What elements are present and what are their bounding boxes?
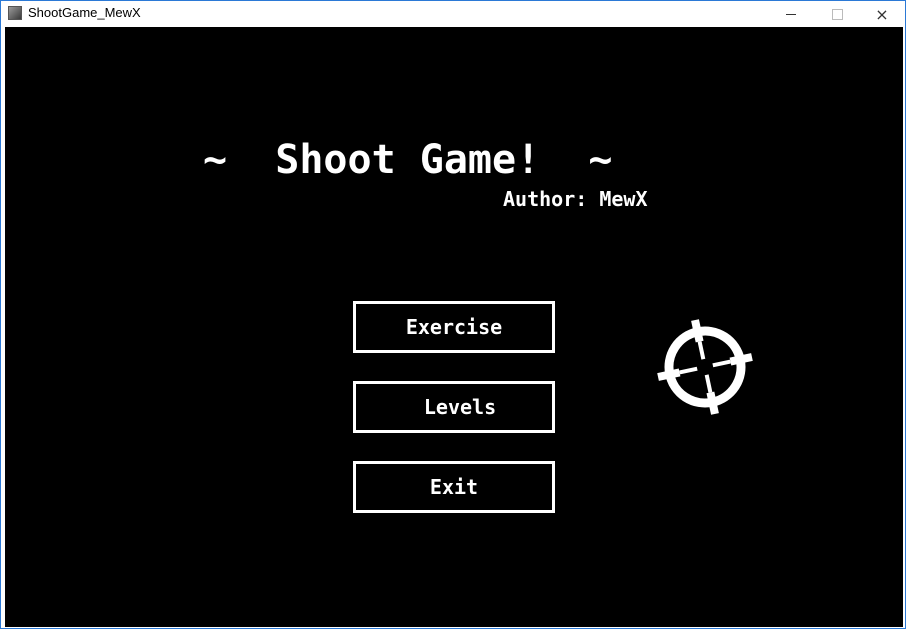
game-canvas[interactable]: ~ Shoot Game! ~ Author: MewX Exercise Le… <box>5 27 903 627</box>
title-bar[interactable]: ShootGame_MewX × <box>1 1 905 27</box>
exit-button[interactable]: Exit <box>353 461 555 513</box>
crosshair-icon <box>657 319 753 415</box>
game-title: ~ Shoot Game! ~ <box>203 137 613 183</box>
exit-button-label: Exit <box>429 475 479 499</box>
levels-button[interactable]: Levels <box>353 381 555 433</box>
levels-button-label: Levels <box>411 395 497 419</box>
minimize-button[interactable] <box>768 1 814 27</box>
app-window: ShootGame_MewX × ~ Shoot Game! ~ Author:… <box>0 0 906 629</box>
exercise-button[interactable]: Exercise <box>353 301 555 353</box>
app-icon <box>8 6 22 20</box>
maximize-icon <box>831 8 843 20</box>
close-icon: × <box>875 4 889 24</box>
minimize-icon <box>786 13 796 15</box>
window-title: ShootGame_MewX <box>28 5 141 20</box>
close-button[interactable]: × <box>859 1 905 27</box>
exercise-button-label: Exercise <box>405 315 503 339</box>
maximize-button[interactable] <box>814 1 860 27</box>
author-label: Author: MewX <box>503 187 648 211</box>
